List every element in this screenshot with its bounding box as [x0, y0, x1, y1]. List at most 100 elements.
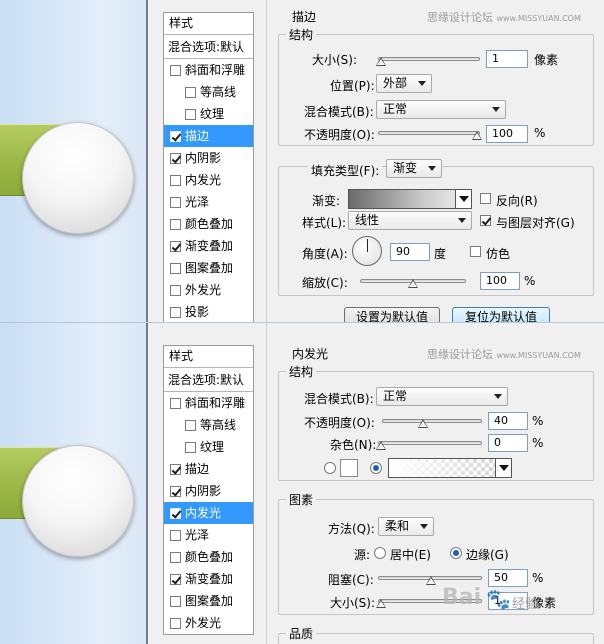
scale-slider[interactable] — [360, 277, 466, 288]
style-checkbox[interactable] — [170, 485, 181, 497]
size-unit: 像素 — [534, 53, 559, 67]
style-checkbox[interactable] — [170, 306, 181, 318]
style-checkbox[interactable] — [170, 397, 181, 409]
style-checkbox[interactable] — [170, 463, 181, 475]
style-item[interactable]: 光泽 — [164, 191, 253, 213]
style-checkbox[interactable] — [185, 86, 196, 98]
blending-options-item[interactable]: 混合选项:默认 — [164, 35, 253, 59]
style-checkbox[interactable] — [170, 152, 181, 164]
style-item[interactable]: 纹理 — [164, 103, 253, 125]
blend-mode-select[interactable]: 正常 — [376, 100, 506, 119]
style-checkbox[interactable] — [185, 441, 196, 453]
slider-thumb-icon[interactable] — [376, 441, 386, 450]
style-item[interactable]: 等高线 — [164, 81, 253, 103]
style-item[interactable]: 图案叠加 — [164, 257, 253, 279]
style-item[interactable]: 投影 — [164, 301, 253, 322]
glow-gradient-picker[interactable] — [388, 458, 512, 478]
style-checkbox[interactable] — [185, 419, 196, 431]
style-item[interactable]: 光泽 — [164, 524, 253, 546]
choke-slider[interactable] — [378, 574, 482, 585]
align-with-layer-checkbox[interactable] — [480, 215, 491, 226]
style-item[interactable]: 颜色叠加 — [164, 213, 253, 235]
opacity-slider[interactable] — [378, 129, 482, 140]
style-item[interactable]: 描边 — [164, 458, 253, 480]
style-checkbox[interactable] — [170, 551, 181, 563]
style-checkbox[interactable] — [170, 196, 181, 208]
dropdown-arrow-icon[interactable] — [455, 190, 471, 208]
blend-mode-label: 混合模式(B): — [304, 105, 374, 119]
reverse-checkbox[interactable] — [480, 193, 491, 204]
dropdown-arrow-icon[interactable] — [495, 459, 511, 477]
reset-default-button[interactable]: 复位为默认值 — [452, 307, 550, 322]
style-checkbox[interactable] — [170, 130, 181, 142]
scale-input[interactable]: 100 — [480, 272, 520, 290]
style-item[interactable]: 外发光 — [164, 612, 253, 634]
position-select[interactable]: 外部 — [376, 74, 432, 93]
style-item[interactable]: 描边 — [164, 125, 253, 147]
size-label: 大小(S): — [312, 53, 358, 67]
inner-glow-settings-panel: 样式 混合选项:默认 斜面和浮雕 等高线 纹理 描边 内阴影 内发光 光泽 颜色叠加渐变叠加图… — [0, 322, 604, 644]
source-center-radio[interactable] — [374, 547, 386, 559]
style-item[interactable]: 图案叠加 — [164, 590, 253, 612]
dither-checkbox[interactable] — [470, 246, 481, 257]
style-item[interactable]: 等高线 — [164, 414, 253, 436]
style-item[interactable]: 斜面和浮雕 — [164, 59, 253, 81]
slider-thumb-icon[interactable] — [472, 131, 482, 140]
size-slider[interactable] — [376, 55, 480, 66]
style-item[interactable]: 内发光 — [164, 502, 253, 524]
style-checkbox[interactable] — [170, 529, 181, 541]
style-item[interactable]: 颜色叠加 — [164, 546, 253, 568]
angle-dial-icon[interactable] — [352, 236, 382, 266]
style-item-label: 光泽 — [185, 195, 210, 209]
style-checkbox[interactable] — [170, 284, 181, 296]
style-checkbox[interactable] — [170, 262, 181, 274]
slider-thumb-icon[interactable] — [418, 419, 428, 428]
style-checkbox[interactable] — [170, 595, 181, 607]
style-item[interactable]: 斜面和浮雕 — [164, 392, 253, 414]
blend-mode-select[interactable]: 正常 — [376, 387, 508, 406]
slider-thumb-icon[interactable] — [408, 279, 418, 288]
style-item[interactable]: 内阴影 — [164, 480, 253, 502]
angle-input[interactable]: 90 — [390, 243, 430, 261]
style-checkbox[interactable] — [185, 108, 196, 120]
style-checkbox[interactable] — [170, 174, 181, 186]
gradient-picker[interactable] — [348, 189, 472, 209]
slider-thumb-icon[interactable] — [426, 576, 436, 585]
angle-unit: 度 — [434, 247, 447, 261]
method-select[interactable]: 柔和 — [378, 517, 434, 536]
noise-slider[interactable] — [376, 439, 482, 450]
style-item[interactable]: 内阴影 — [164, 147, 253, 169]
styles-header[interactable]: 样式 — [164, 13, 253, 35]
glow-color-swatch[interactable] — [340, 459, 358, 477]
style-item-label: 渐变叠加 — [185, 572, 234, 586]
reverse-label: 反向(R) — [496, 194, 538, 208]
opacity-slider[interactable] — [382, 417, 482, 428]
style-checkbox[interactable] — [170, 617, 181, 629]
choke-input[interactable]: 50 — [488, 569, 528, 587]
style-checkbox[interactable] — [170, 573, 181, 585]
style-checkbox[interactable] — [170, 507, 181, 519]
opacity-input[interactable]: 100 — [486, 125, 528, 143]
style-item[interactable]: 渐变叠加 — [164, 568, 253, 590]
styles-header[interactable]: 样式 — [164, 346, 253, 368]
solid-color-radio[interactable] — [324, 462, 336, 474]
style-checkbox[interactable] — [170, 64, 181, 76]
source-edge-radio[interactable] — [450, 547, 462, 559]
style-item[interactable]: 外发光 — [164, 279, 253, 301]
size-input[interactable]: 1 — [486, 50, 528, 68]
style-item[interactable]: 渐变叠加 — [164, 235, 253, 257]
blending-options-item[interactable]: 混合选项:默认 — [164, 368, 253, 392]
slider-thumb-icon[interactable] — [376, 57, 386, 66]
noise-input[interactable]: 0 — [488, 434, 528, 452]
fill-type-select[interactable]: 渐变 — [386, 159, 442, 178]
style-item-label: 纹理 — [200, 107, 225, 121]
style-checkbox[interactable] — [170, 240, 181, 252]
style-item[interactable]: 纹理 — [164, 436, 253, 458]
opacity-input[interactable]: 40 — [488, 412, 528, 430]
style-checkbox[interactable] — [170, 218, 181, 230]
style-select[interactable]: 线性 — [348, 211, 472, 230]
set-default-button[interactable]: 设置为默认值 — [344, 307, 440, 322]
style-item[interactable]: 内发光 — [164, 169, 253, 191]
gradient-radio[interactable] — [370, 462, 382, 474]
slider-thumb-icon[interactable] — [376, 599, 386, 608]
